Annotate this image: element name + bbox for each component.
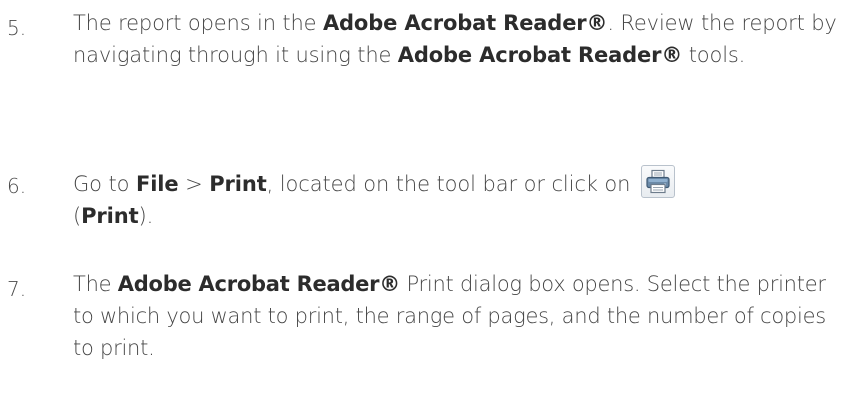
app-name: Adobe Acrobat Reader® xyxy=(397,43,683,67)
text-segment: > xyxy=(178,172,210,196)
text-segment: Go to xyxy=(73,172,136,196)
menu-print: Print xyxy=(209,172,267,196)
step-number: 5. xyxy=(7,16,27,40)
step-number: 7. xyxy=(7,277,27,301)
step-text: The report opens in the Adobe Acrobat Re… xyxy=(73,7,845,71)
print-button[interactable] xyxy=(640,165,675,198)
app-name: Adobe Acrobat Reader® xyxy=(117,272,401,296)
text-segment: ( xyxy=(73,204,82,228)
app-name: Adobe Acrobat Reader® xyxy=(322,11,608,35)
text-segment: ). xyxy=(138,204,154,228)
text-segment: The xyxy=(73,272,118,296)
print-label: Print xyxy=(81,204,139,228)
text-segment: The report opens in the xyxy=(73,11,323,35)
step-text: The Adobe Acrobat Reader® Print dialog b… xyxy=(73,268,845,364)
step-number: 6. xyxy=(7,174,27,198)
text-segment: , located on the tool bar or click on xyxy=(266,172,637,196)
menu-file: File xyxy=(135,172,179,196)
printer-icon xyxy=(646,169,670,194)
text-segment: tools. xyxy=(682,43,746,67)
step-text: Go to File > Print, located on the tool … xyxy=(73,165,845,232)
